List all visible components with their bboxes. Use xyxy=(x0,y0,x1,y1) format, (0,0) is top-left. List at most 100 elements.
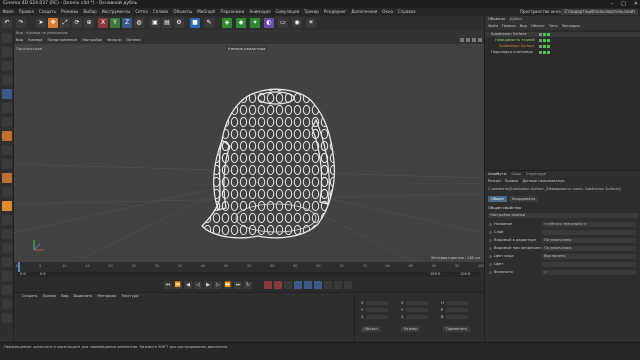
rot-h-field[interactable] xyxy=(446,301,468,305)
vp-maximize-icon[interactable] xyxy=(478,38,482,42)
om-menu-bookmarks[interactable]: Закладки xyxy=(562,24,580,28)
size-z-field[interactable] xyxy=(406,315,428,319)
first-frame-icon[interactable]: ⏮ xyxy=(164,281,172,289)
uv-icon[interactable] xyxy=(2,229,12,239)
size-x-field[interactable] xyxy=(406,301,428,305)
keyframe-dot-icon[interactable] xyxy=(489,246,492,250)
mat-menu-create[interactable]: Создать xyxy=(22,294,38,298)
menu-tools[interactable]: Инструменты xyxy=(99,8,133,16)
loop-icon[interactable]: ↻ xyxy=(244,281,252,289)
coord-mode-select[interactable]: Объект xyxy=(361,326,382,332)
menu-edit[interactable]: Правка xyxy=(16,8,36,16)
grid-icon[interactable] xyxy=(2,243,12,253)
prev-key-icon[interactable]: ⏪ xyxy=(174,281,182,289)
visibility-dot-icon[interactable] xyxy=(543,44,546,48)
keyframe-dot-icon[interactable] xyxy=(489,230,492,234)
timeline-end-preview[interactable]: 100 K xyxy=(460,272,470,277)
dope-sheet-icon[interactable] xyxy=(344,281,352,289)
texture-mode-icon[interactable] xyxy=(2,61,12,71)
vp-move-icon[interactable] xyxy=(460,38,464,42)
property-value[interactable] xyxy=(542,261,636,267)
menu-file[interactable]: Файл xyxy=(0,8,16,16)
visibility-dot-icon[interactable] xyxy=(547,44,550,48)
menu-help[interactable]: Справка xyxy=(395,8,418,16)
maximize-button[interactable]: □ xyxy=(621,0,626,8)
object-row[interactable]: Subdivision Surface xyxy=(485,32,640,37)
object-row[interactable]: Подкладка платьеврь xyxy=(485,50,640,55)
play-icon[interactable]: ▶ xyxy=(204,281,212,289)
autokey-icon[interactable] xyxy=(274,281,282,289)
light-icon[interactable]: ☀ xyxy=(306,18,316,28)
keyframe-sel-icon[interactable] xyxy=(284,281,292,289)
property-value[interactable]: <<Много значений>> xyxy=(542,221,636,227)
object-row[interactable]: Невидимость тканей xyxy=(485,38,640,43)
object-row[interactable]: Subdivision Surface xyxy=(485,44,640,49)
vp-menu-options[interactable]: Настройки xyxy=(82,38,102,42)
am-menu-userdata[interactable]: Данные пользователя xyxy=(522,179,564,183)
model-mode-icon[interactable] xyxy=(2,47,12,57)
vp-menu-view[interactable]: Вид xyxy=(16,38,23,42)
timeline-start[interactable]: 0 K xyxy=(20,272,26,277)
om-menu-file[interactable]: Файл xyxy=(488,24,498,28)
keyframe-dot-icon[interactable] xyxy=(489,254,492,258)
visibility-dot-icon[interactable] xyxy=(547,38,550,42)
help-icon[interactable] xyxy=(2,313,12,323)
make-editable-icon[interactable] xyxy=(2,33,12,43)
param-key-icon[interactable] xyxy=(324,281,332,289)
rot-key-icon[interactable] xyxy=(304,281,312,289)
menu-objects[interactable]: Объекты xyxy=(171,8,195,16)
size-y-field[interactable] xyxy=(406,308,428,312)
render-picture-icon[interactable]: ▤ xyxy=(162,18,172,28)
pos-x-field[interactable] xyxy=(366,301,388,305)
paint-icon[interactable] xyxy=(2,215,12,225)
polygons-mode-icon[interactable] xyxy=(2,117,12,127)
pos-y-field[interactable] xyxy=(366,308,388,312)
property-value[interactable]: По умолчанию xyxy=(542,245,636,251)
menu-simulate[interactable]: Симуляция xyxy=(273,8,301,16)
visibility-dot-icon[interactable] xyxy=(547,50,550,54)
timeline-ruler[interactable]: 0510152025303540455055606570758085909510… xyxy=(16,262,484,276)
visibility-dot-icon[interactable] xyxy=(543,50,546,54)
pen-icon[interactable]: ✎ xyxy=(204,18,214,28)
redo-icon[interactable]: ↷ xyxy=(16,18,26,28)
tab-layers[interactable]: Слои xyxy=(511,172,520,176)
edges-mode-icon[interactable] xyxy=(2,103,12,113)
record-icon[interactable] xyxy=(264,281,272,289)
cloner-icon[interactable]: ✦ xyxy=(250,18,260,28)
menu-tracker[interactable]: Трекер xyxy=(301,8,321,16)
world-coords-icon[interactable]: ◍ xyxy=(134,18,144,28)
property-value[interactable]: ✓ xyxy=(542,269,636,275)
mat-menu-select[interactable]: Выделить xyxy=(74,294,93,298)
scale-key-icon[interactable] xyxy=(314,281,322,289)
live-select-icon[interactable]: ➤ xyxy=(36,18,46,28)
vp-menu-display[interactable]: Представление xyxy=(47,38,76,42)
camera-label[interactable]: Камера редактора xyxy=(226,46,268,51)
timeline-range-bar[interactable]: 0 K 0 K 100 K 100 K xyxy=(18,272,480,277)
menu-spline[interactable]: Сплайн xyxy=(150,8,171,16)
render-view-icon[interactable]: ▣ xyxy=(150,18,160,28)
om-menu-view[interactable]: Вид xyxy=(520,24,527,28)
recent-tools-icon[interactable]: ⊕ xyxy=(84,18,94,28)
vp-rotate-icon[interactable] xyxy=(472,38,476,42)
snap-icon[interactable] xyxy=(2,173,12,183)
keyframe-dot-icon[interactable] xyxy=(489,270,492,274)
move-icon[interactable]: ✥ xyxy=(48,18,58,28)
menu-mograph[interactable]: MoGraph xyxy=(195,8,218,16)
minimize-button[interactable]: – xyxy=(611,0,614,8)
om-menu-edit[interactable]: Правка xyxy=(502,24,516,28)
array-icon[interactable]: ◆ xyxy=(236,18,246,28)
menu-extensions[interactable]: Дополнения xyxy=(349,8,380,16)
menu-render[interactable]: Рендеринг xyxy=(321,8,349,16)
menu-select[interactable]: Выбор xyxy=(81,8,99,16)
visibility-dot-icon[interactable] xyxy=(539,32,542,36)
coord-size-select[interactable]: Размер xyxy=(401,326,421,332)
timeline-current[interactable]: 0 K xyxy=(40,272,46,277)
keyframe-dot-icon[interactable] xyxy=(489,238,492,242)
measure-icon[interactable] xyxy=(2,271,12,281)
om-menu-object[interactable]: Объект xyxy=(531,24,545,28)
3d-viewport[interactable]: Перспектива Камера редактора Интервал ра… xyxy=(14,44,484,262)
subtab-coords[interactable]: Координаты xyxy=(508,196,539,202)
subtab-basic[interactable]: Общее xyxy=(488,196,507,202)
pla-key-icon[interactable] xyxy=(334,281,342,289)
guide-icon[interactable] xyxy=(2,257,12,267)
